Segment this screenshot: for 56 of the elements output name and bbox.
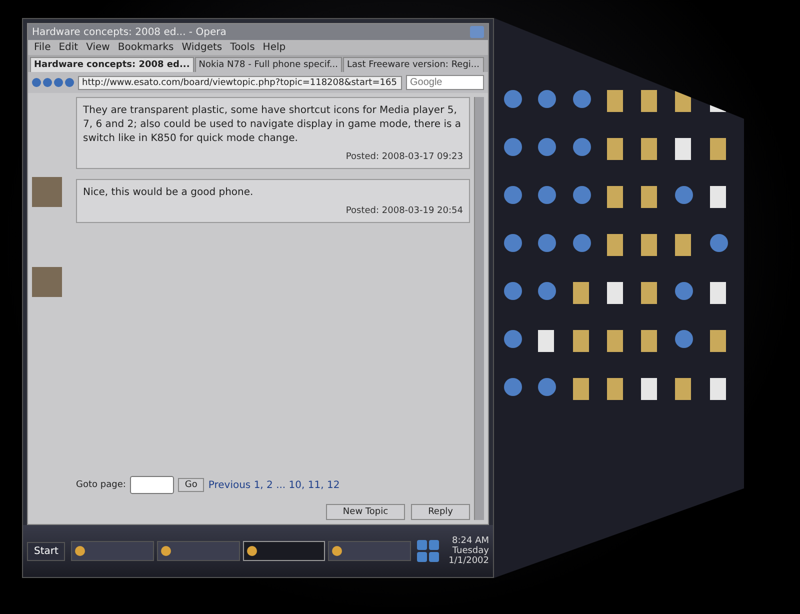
search-field[interactable]: Google: [406, 75, 484, 90]
post-date: Posted: 2008-03-17 09:23: [346, 152, 463, 162]
app-icon[interactable]: [572, 90, 591, 108]
menu-item[interactable]: File: [34, 42, 51, 53]
app-icon[interactable]: [538, 186, 556, 204]
app-icon[interactable]: [710, 234, 728, 252]
app-icon[interactable]: [538, 234, 556, 252]
browser-tab[interactable]: Last Freeware version: Regi...: [342, 57, 484, 72]
app-icon[interactable]: [675, 330, 694, 348]
start-button[interactable]: Start: [27, 542, 66, 560]
app-icon[interactable]: [504, 330, 522, 348]
app-icon[interactable]: [675, 282, 694, 300]
app-icon[interactable]: [538, 282, 556, 300]
app-icon[interactable]: [675, 186, 694, 204]
avatar-placeholder: [32, 267, 62, 297]
page-field[interactable]: [130, 476, 174, 494]
app-icon[interactable]: [504, 186, 522, 204]
app-icon[interactable]: [504, 378, 522, 396]
scrollbar[interactable]: [474, 97, 484, 520]
window-title: Hardware concepts: 2008 ed... - Opera: [32, 26, 226, 38]
app-icon[interactable]: [504, 90, 522, 108]
clock-time: 8:24 AM: [452, 536, 489, 546]
goto-label: Goto page:: [76, 480, 126, 490]
browser-tab[interactable]: Nokia N78 - Full phone specif...: [194, 57, 342, 72]
taskbar-button[interactable]: [156, 541, 240, 561]
taskbar-button[interactable]: [328, 541, 411, 561]
app-icon[interactable]: [538, 138, 556, 156]
app-icon[interactable]: [572, 138, 591, 156]
app-icon[interactable]: [538, 90, 556, 108]
forum-button[interactable]: New Topic: [326, 504, 406, 520]
taskbar-button[interactable]: [242, 541, 326, 561]
clock-day: Tuesday: [452, 546, 489, 556]
browser-tab[interactable]: Hardware concepts: 2008 ed...: [30, 57, 194, 72]
menu-item[interactable]: Help: [262, 42, 286, 53]
navigation-icons[interactable]: [32, 78, 74, 87]
app-icon[interactable]: [504, 282, 522, 300]
avatar-placeholder: [32, 177, 62, 207]
post-text: Nice, this would be a good phone.: [83, 186, 254, 200]
menu-item[interactable]: View: [86, 42, 110, 53]
taskbar-button[interactable]: [71, 541, 154, 561]
pagination-link[interactable]: Previous 1, 2 ... 10, 11, 12: [208, 480, 340, 490]
app-icon[interactable]: [572, 234, 591, 252]
address-field[interactable]: http://www.esato.com/board/viewtopic.php?topic=118208&start=165: [78, 76, 402, 90]
app-icon[interactable]: [504, 234, 522, 252]
forum-button[interactable]: Reply: [411, 504, 470, 520]
go-button[interactable]: Go: [178, 478, 204, 492]
app-icon[interactable]: [538, 378, 556, 396]
menu-item[interactable]: Widgets: [182, 42, 222, 53]
menu-item[interactable]: Edit: [58, 42, 78, 53]
post-text: They are transparent plastic, some have shortcut icons for Media player 5, 7, 6 and 2; also could be used to navigate display in game mode, there is a switch like in K850 for quick mode change.: [83, 104, 462, 146]
menu-item[interactable]: Bookmarks: [118, 42, 174, 53]
app-icon[interactable]: [504, 138, 522, 156]
post-date: Posted: 2008-03-19 20:54: [346, 206, 463, 216]
menu-item[interactable]: Tools: [230, 42, 255, 53]
app-icon[interactable]: [572, 186, 591, 204]
clock-date: 1/1/2002: [448, 556, 489, 566]
